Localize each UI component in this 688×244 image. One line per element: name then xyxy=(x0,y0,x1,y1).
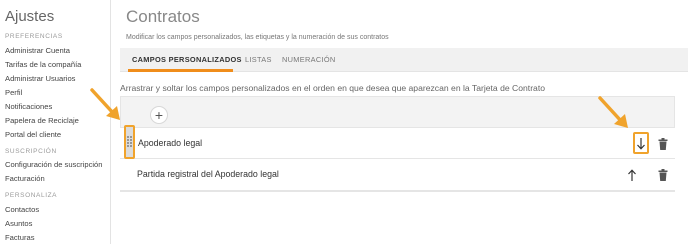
delete-field-button[interactable] xyxy=(656,136,670,152)
sidebar-item-configuracion-suscripcion[interactable]: Configuración de suscripción xyxy=(5,160,103,169)
sidebar-item-asuntos[interactable]: Asuntos xyxy=(5,219,32,228)
page-subtitle: Modificar los campos personalizados, las… xyxy=(126,34,389,41)
sidebar-item-contactos[interactable]: Contactos xyxy=(5,205,39,214)
sidebar-item-tarifas[interactable]: Tarifas de la compañía xyxy=(5,60,81,69)
section-preferencias: PREFERENCIAS xyxy=(5,33,63,40)
callout-arrow-right xyxy=(598,96,628,128)
sidebar-item-administrar-cuenta[interactable]: Administrar Cuenta xyxy=(5,46,70,55)
sidebar-item-perfil[interactable]: Perfil xyxy=(5,88,22,97)
section-suscripcion: SUSCRIPCIÓN xyxy=(5,148,57,155)
field-row[interactable]: Partida registral del Apoderado legal xyxy=(120,159,675,191)
add-field-button[interactable]: + xyxy=(150,106,168,124)
sidebar-item-notificaciones[interactable]: Notificaciones xyxy=(5,102,52,111)
move-down-button[interactable] xyxy=(633,132,649,154)
section-personaliza: PERSONALIZA xyxy=(5,192,58,199)
delete-field-button[interactable] xyxy=(656,167,670,183)
tab-bar: CAMPOS PERSONALIZADOS LISTAS NUMERACIÓN xyxy=(120,48,688,72)
tab-numeracion[interactable]: NUMERACIÓN xyxy=(282,48,336,72)
sidebar-item-portal-cliente[interactable]: Portal del cliente xyxy=(5,130,61,139)
arrow-up-icon xyxy=(628,168,636,181)
field-label: Apoderado legal xyxy=(138,138,203,148)
page-title: Contratos xyxy=(126,7,200,26)
field-label: Partida registral del Apoderado legal xyxy=(137,169,279,179)
sidebar-item-papelera[interactable]: Papelera de Reciclaje xyxy=(5,116,79,125)
callout-arrow-left xyxy=(90,88,120,120)
field-row[interactable]: Apoderado legal xyxy=(120,127,675,159)
instructions-text: Arrastrar y soltar los campos personaliz… xyxy=(120,83,546,93)
tab-listas[interactable]: LISTAS xyxy=(245,48,272,72)
sidebar-title: Ajustes xyxy=(5,8,55,25)
active-tab-indicator xyxy=(128,69,233,72)
move-up-button[interactable] xyxy=(625,167,639,183)
sidebar-item-facturas[interactable]: Facturas xyxy=(5,233,35,242)
drag-handle[interactable] xyxy=(124,125,135,159)
trash-icon xyxy=(658,138,668,150)
trash-icon xyxy=(658,169,668,181)
sidebar-item-administrar-usuarios[interactable]: Administrar Usuarios xyxy=(5,74,75,83)
drag-handle-icon xyxy=(127,136,132,147)
sidebar-item-facturacion[interactable]: Facturación xyxy=(5,174,45,183)
arrow-down-icon xyxy=(637,137,645,150)
